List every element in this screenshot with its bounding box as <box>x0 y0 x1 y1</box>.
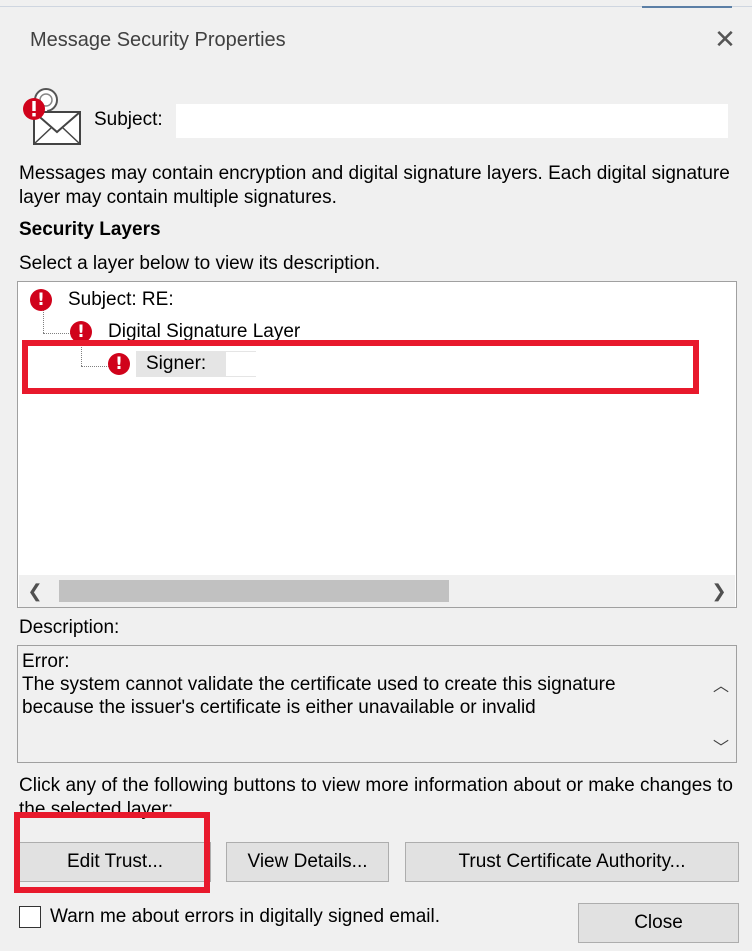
security-layers-tree[interactable]: ! Subject: RE: ! Digital Signature Layer… <box>17 281 737 608</box>
highlight-box-edit-trust <box>14 812 210 893</box>
security-layers-heading: Security Layers <box>19 219 161 240</box>
description-text: Error: The system cannot validate the ce… <box>22 651 616 718</box>
view-details-button[interactable]: View Details... <box>226 842 389 882</box>
tree-item-label: Subject: RE: <box>68 289 174 310</box>
scroll-down-icon[interactable]: ﹀ <box>710 734 732 758</box>
close-button[interactable]: Close <box>578 903 739 943</box>
scroll-right-icon[interactable]: ❯ <box>703 575 735 607</box>
intro-text: Messages may contain encryption and digi… <box>19 163 730 208</box>
tree-connector <box>43 310 44 333</box>
background-line <box>0 6 752 7</box>
security-layers-instruction: Select a layer below to view its descrip… <box>19 253 381 274</box>
close-icon[interactable]: ✕ <box>712 26 738 52</box>
background-window-strip <box>0 0 752 10</box>
warn-errors-label[interactable]: Warn me about errors in digitally signed… <box>50 906 440 928</box>
redacted-subject-text <box>286 286 526 310</box>
description-label: Description: <box>19 617 120 638</box>
warn-errors-checkbox[interactable] <box>19 906 41 928</box>
dialog-title: Message Security Properties <box>30 29 286 51</box>
background-accent <box>642 6 732 8</box>
redacted-subject <box>176 104 728 138</box>
trust-certificate-authority-button[interactable]: Trust Certificate Authority... <box>405 842 739 882</box>
scroll-left-icon[interactable]: ❮ <box>19 575 51 607</box>
highlight-box-signer <box>22 340 699 394</box>
description-box[interactable]: Error: The system cannot validate the ce… <box>17 645 737 763</box>
scroll-up-icon[interactable]: ︿ <box>710 672 732 696</box>
subject-label: Subject: <box>94 109 163 130</box>
error-icon: ! <box>30 289 52 311</box>
secure-message-icon <box>16 82 86 152</box>
horizontal-scrollbar[interactable]: ❮ ❯ <box>19 575 735 607</box>
scrollbar-thumb[interactable] <box>59 580 449 602</box>
